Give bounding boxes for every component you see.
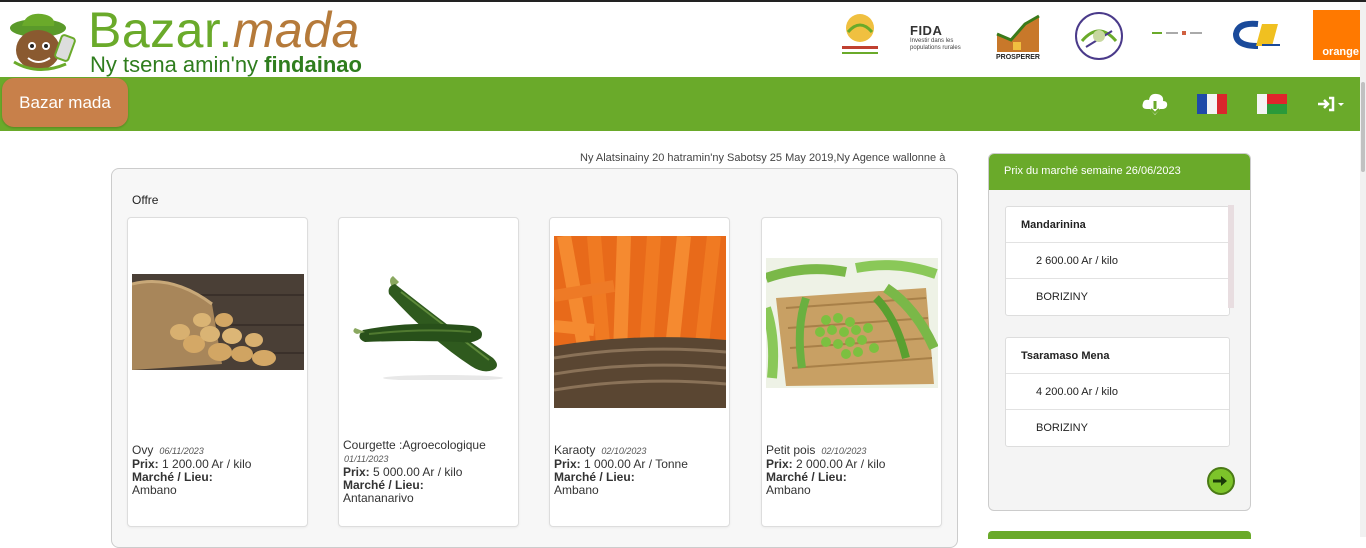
news-ticker[interactable]: Ny Alatsinainy 20 hatramin'ny Sabotsy 25…: [580, 152, 960, 166]
page-scrollbar-thumb[interactable]: [1361, 82, 1365, 172]
offer-card[interactable]: Ovy 06/11/2023 Prix: 1 200.00 Ar / kilo M…: [127, 217, 308, 527]
offer-place: Antananarivo: [343, 491, 414, 505]
market-label: Marché / Lieu:: [132, 470, 213, 484]
price-label: Prix:: [766, 457, 793, 471]
offer-name: Karaoty: [554, 443, 596, 457]
price-item-market: BORIZINY: [1036, 291, 1088, 303]
orange-logo: orange: [1313, 10, 1361, 60]
price-item-price: 2 600.00 Ar / kilo: [1006, 243, 1229, 279]
market-prices-panel: Prix du marché semaine 26/06/2023 Mandar…: [988, 153, 1251, 511]
offers-title: Offre: [132, 193, 159, 207]
nav-brand-button[interactable]: Bazar mada: [2, 78, 128, 127]
price-list-item[interactable]: Mandarinina 2 600.00 Ar / kilo BORIZINY: [1005, 206, 1230, 316]
news-ticker-text: Ny Alatsinainy 20 hatramin'ny Sabotsy 25…: [580, 152, 946, 164]
offer-card[interactable]: Courgette :Agroecologique 01/11/2023 Pri…: [338, 217, 519, 527]
offer-info: Karaoty 02/10/2023 Prix: 1 000.00 Ar / To…: [554, 444, 688, 497]
offer-image-courgette: [343, 270, 515, 380]
offer-date: 01/11/2023: [344, 454, 389, 464]
tagline-part-1: Ny tsena amin'ny: [90, 52, 265, 77]
market-prices-title: Prix du marché semaine 26/06/2023: [989, 154, 1250, 190]
orange-label: orange: [1322, 46, 1359, 58]
price-label: Prix:: [132, 457, 159, 471]
prosperer-emblem-icon: [996, 14, 1040, 52]
tagline-part-2: findainao: [264, 52, 362, 77]
offer-name: Petit pois: [766, 443, 816, 457]
market-label: Marché / Lieu:: [766, 470, 847, 484]
prosperer-label: PROSPERER: [996, 53, 1040, 61]
ministry-logo: [836, 10, 884, 60]
mascot-logo-icon: [10, 13, 76, 71]
arrow-right-icon: [1213, 476, 1227, 486]
csa-logo: [1073, 10, 1125, 62]
offer-place: Ambano: [766, 483, 811, 497]
offer-name: Courgette :Agroecologique: [343, 438, 486, 452]
offer-price: 2 000.00 Ar / kilo: [796, 457, 886, 471]
prosperer-logo: PROSPERER: [994, 10, 1042, 64]
offer-info: Ovy 06/11/2023 Prix: 1 200.00 Ar / kilo M…: [132, 444, 251, 497]
offer-card[interactable]: Petit pois 02/10/2023 Prix: 2 000.00 Ar /…: [761, 217, 942, 527]
fida-subtitle: Investir dans les populations rurales: [910, 37, 961, 51]
brand-part-2: mada: [232, 2, 360, 58]
site-tagline: Ny tsena amin'ny findainao: [90, 52, 362, 78]
next-prices-button[interactable]: [1207, 467, 1235, 495]
main-navbar: Bazar mada: [0, 77, 1362, 131]
offer-price: 1 200.00 Ar / kilo: [162, 457, 252, 471]
site-header: Bazar.mada Ny tsena amin'ny findainao FI…: [0, 2, 1366, 77]
offer-info: Petit pois 02/10/2023 Prix: 2 000.00 Ar /…: [766, 444, 885, 497]
sign-in-dropdown[interactable]: [1315, 91, 1347, 117]
price-list-item[interactable]: Tsaramaso Mena 4 200.00 Ar / kilo BORIZI…: [1005, 337, 1230, 447]
offer-name: Ovy: [132, 443, 154, 457]
offer-info: Courgette :Agroecologique 01/11/2023 Pri…: [343, 439, 486, 505]
offer-price: 1 000.00 Ar / Tonne: [584, 457, 688, 471]
price-label: Prix:: [554, 457, 581, 471]
ministry-emblem-icon: [842, 14, 878, 54]
page-scrollbar[interactable]: [1360, 2, 1366, 537]
offer-place: Ambano: [132, 483, 177, 497]
price-item-market: BORIZINY: [1036, 422, 1088, 434]
cloud-download-icon[interactable]: [1141, 91, 1169, 117]
offers-panel: Offre Ovy 06/11/2023 Prix: 1 200.00 Ar / …: [111, 168, 958, 548]
offer-price: 5 000.00 Ar / kilo: [373, 465, 463, 479]
flag-france-icon[interactable]: [1196, 91, 1228, 117]
next-panel-header: [988, 531, 1251, 539]
ci-emblem-icon: [1232, 20, 1280, 49]
small-partner-logo: [1150, 28, 1206, 38]
price-item-name: Tsaramaso Mena: [1006, 338, 1229, 374]
sign-in-icon: [1318, 96, 1344, 112]
csa-emblem-icon: [1075, 12, 1123, 60]
market-label: Marché / Lieu:: [343, 478, 424, 492]
offer-date: 02/10/2023: [821, 446, 867, 456]
brand-part-1: Bazar.: [88, 2, 233, 58]
offer-image-potatoes: [132, 274, 304, 370]
price-item-price: 4 200.00 Ar / kilo: [1006, 374, 1229, 410]
offer-date: 02/10/2023: [601, 446, 647, 456]
offer-image-carrots: [554, 236, 726, 408]
fida-logo: FIDA Investir dans les populations rural…: [910, 12, 968, 62]
flag-madagascar-icon[interactable]: [1256, 91, 1288, 117]
small-partner-emblem-icon: [1152, 31, 1202, 35]
offer-image-peas: [766, 258, 938, 388]
offer-place: Ambano: [554, 483, 599, 497]
fida-label: FIDA: [910, 22, 943, 38]
price-label: Prix:: [343, 465, 370, 479]
site-brand[interactable]: Bazar.mada: [88, 4, 360, 56]
market-label: Marché / Lieu:: [554, 470, 635, 484]
price-item-name: Mandarinina: [1006, 207, 1229, 243]
offer-card[interactable]: Karaoty 02/10/2023 Prix: 1 000.00 Ar / To…: [549, 217, 730, 527]
price-list-scrollbar[interactable]: [1228, 205, 1234, 308]
offer-date: 06/11/2023: [159, 446, 204, 456]
ci-logo: [1232, 18, 1284, 52]
